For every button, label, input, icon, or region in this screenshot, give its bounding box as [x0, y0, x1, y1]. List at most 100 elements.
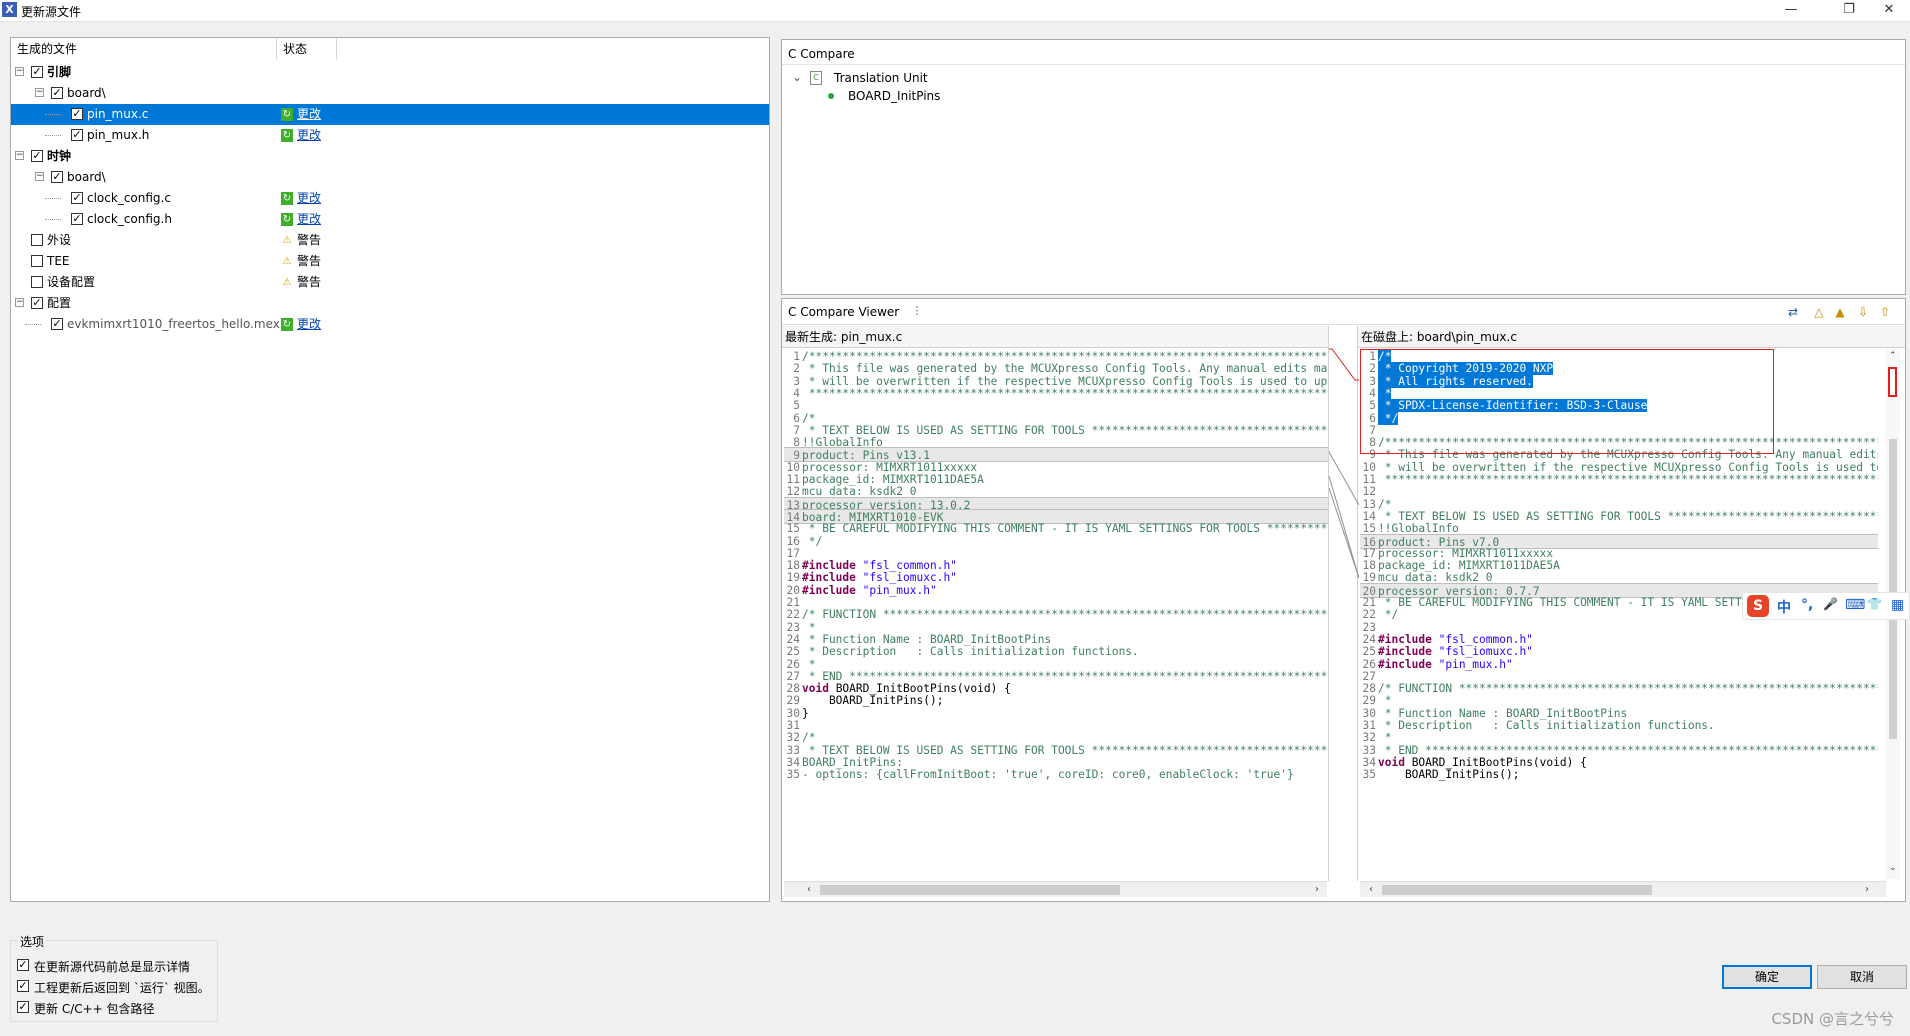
scroll-right-icon[interactable]: ›: [1860, 882, 1874, 898]
left-hscroll-thumb[interactable]: [820, 885, 1120, 895]
tree-item-label: 引脚: [47, 65, 72, 79]
tree-file-pin-mux-c[interactable]: ✓ pin_mux.c ↻ 更改: [11, 104, 769, 125]
collapse-toggle-icon[interactable]: −: [35, 172, 44, 181]
tree-checkbox[interactable]: ✓: [71, 192, 83, 204]
left-horizontal-scrollbar[interactable]: ‹ ›: [784, 881, 1327, 897]
tree-item-label: board\: [67, 86, 106, 100]
function-dot-icon: [828, 93, 834, 99]
tree-checkbox[interactable]: ✓: [31, 150, 43, 162]
tree-group-peripherals[interactable]: 外设 ⚠ 警告: [11, 230, 769, 251]
tree-checkbox[interactable]: ✓: [71, 213, 83, 225]
chevron-down-icon[interactable]: ⌄: [792, 70, 802, 84]
tree-item-label: 配置: [47, 296, 72, 310]
collapse-toggle-icon[interactable]: −: [15, 151, 24, 160]
tree-file-pin-mux-h[interactable]: ✓ pin_mux.h ↻ 更改: [11, 125, 769, 146]
close-button[interactable]: ✕: [1866, 0, 1910, 22]
collapse-toggle-icon[interactable]: −: [15, 298, 24, 307]
right-hscroll-thumb[interactable]: [1382, 885, 1652, 895]
scroll-up-icon[interactable]: ⌃: [1889, 351, 1897, 361]
c-compare-viewer: C Compare Viewer ⋮ ⇄ △ ▲ ⇩ ⇧ 最新生成: pin_m…: [781, 298, 1906, 902]
left-code-pane[interactable]: 1/**************************************…: [784, 349, 1328, 879]
change-link[interactable]: 更改: [297, 104, 321, 125]
next-change-icon[interactable]: △: [1811, 304, 1827, 320]
minimize-button[interactable]: —: [1768, 0, 1814, 22]
tree-file-clock-config-h[interactable]: ✓ clock_config.h ↻ 更改: [11, 209, 769, 230]
sogou-logo-icon[interactable]: S: [1747, 595, 1769, 617]
tree-checkbox[interactable]: [31, 255, 43, 267]
ime-punct-icon[interactable]: °,: [1801, 597, 1813, 613]
tree-checkbox[interactable]: [31, 234, 43, 246]
tree-item-label: 外设: [47, 233, 72, 247]
right-horizontal-scrollbar[interactable]: ‹ ›: [1360, 881, 1886, 897]
option-label: 更新 C/C++ 包含路径: [34, 1002, 155, 1016]
app-icon: X: [2, 2, 17, 17]
tree-connector: [45, 114, 61, 115]
change-link[interactable]: 更改: [297, 125, 321, 146]
tree-item-label: 时钟: [47, 149, 72, 163]
scroll-left-icon[interactable]: ‹: [802, 882, 816, 898]
change-link[interactable]: 更改: [297, 209, 321, 230]
tree-folder-board[interactable]: − ✓ board\: [11, 167, 769, 188]
column-generated-files[interactable]: 生成的文件: [11, 38, 277, 60]
tree-checkbox[interactable]: ✓: [51, 318, 63, 330]
skin-icon[interactable]: 👕: [1867, 597, 1882, 611]
scroll-right-icon[interactable]: ›: [1310, 882, 1324, 898]
ime-toolbar[interactable]: S 中 °, 🎤 ⌨ 👕 ▦: [1742, 592, 1910, 620]
warning-text: 警告: [297, 233, 322, 247]
tree-item-label: TEE: [47, 254, 70, 268]
next-diff-icon[interactable]: ⇩: [1855, 304, 1871, 320]
copy-all-icon[interactable]: ⇄: [1785, 304, 1801, 320]
more-icon[interactable]: ⋮: [909, 303, 925, 319]
tree-group-device-config[interactable]: 设备配置 ⚠ 警告: [11, 272, 769, 293]
prev-diff-icon[interactable]: ⇧: [1877, 304, 1893, 320]
code-text: BOARD_InitPins();: [1378, 768, 1520, 782]
tree-group-pins[interactable]: − ✓ 引脚: [11, 62, 769, 83]
change-link[interactable]: 更改: [297, 314, 321, 335]
tree-group-clocks[interactable]: − ✓ 时钟: [11, 146, 769, 167]
tree-checkbox[interactable]: ✓: [71, 108, 83, 120]
board-initpins-node[interactable]: BOARD_InitPins: [848, 89, 940, 103]
microphone-icon[interactable]: 🎤: [1823, 597, 1838, 611]
tree-checkbox[interactable]: ✓: [51, 87, 63, 99]
change-link[interactable]: 更改: [297, 188, 321, 209]
tree-folder-board[interactable]: − ✓ board\: [11, 83, 769, 104]
column-status[interactable]: 状态: [277, 38, 337, 60]
tree-group-config[interactable]: − ✓ 配置: [11, 293, 769, 314]
scroll-thumb[interactable]: [1889, 439, 1897, 739]
tree-checkbox[interactable]: ✓: [31, 297, 43, 309]
change-icon: ↻: [281, 108, 293, 121]
change-icon: ↻: [281, 213, 293, 226]
scroll-left-icon[interactable]: ‹: [1364, 882, 1378, 898]
tree-item-label: 设备配置: [47, 275, 96, 289]
cancel-button[interactable]: 取消: [1817, 965, 1907, 989]
code-line[interactable]: 35 BOARD_InitPins();: [1360, 767, 1878, 782]
tree-checkbox[interactable]: [31, 276, 43, 288]
tree-connector: [45, 219, 61, 220]
tree-item-label: clock_config.h: [87, 212, 172, 226]
ok-button[interactable]: 确定: [1722, 965, 1812, 989]
tree-file-clock-config-c[interactable]: ✓ clock_config.c ↻ 更改: [11, 188, 769, 209]
keyboard-icon[interactable]: ⌨: [1845, 597, 1865, 613]
option-checkbox[interactable]: ✓: [17, 959, 29, 971]
change-icon: ↻: [281, 192, 293, 205]
tree-checkbox[interactable]: ✓: [71, 129, 83, 141]
translation-unit-node[interactable]: Translation Unit: [834, 71, 928, 85]
collapse-toggle-icon[interactable]: −: [35, 88, 44, 97]
option-checkbox[interactable]: ✓: [17, 1001, 29, 1013]
prev-change-icon[interactable]: ▲: [1832, 304, 1848, 320]
collapse-toggle-icon[interactable]: −: [15, 67, 24, 76]
options-group: ✓ 在更新源代码前总是显示详情 ✓ 工程更新后返回到 `运行` 视图。 ✓ 更新…: [10, 940, 218, 1022]
scroll-down-icon[interactable]: ⌄: [1889, 863, 1897, 873]
toolbox-icon[interactable]: ▦: [1891, 597, 1904, 613]
compare-viewer-title: C Compare Viewer: [788, 305, 900, 319]
option-checkbox[interactable]: ✓: [17, 980, 29, 992]
warning-text: 警告: [297, 275, 322, 289]
tree-file-mex[interactable]: ✓ evkmimxrt1010_freertos_hello.mex ↻ 更改: [11, 314, 769, 335]
tree-checkbox[interactable]: ✓: [51, 171, 63, 183]
ime-chinese-toggle[interactable]: 中: [1777, 597, 1791, 617]
c-compare-panel: C Compare ⌄ C Translation Unit BOARD_Ini…: [781, 39, 1906, 295]
tree-checkbox[interactable]: ✓: [31, 66, 43, 78]
tree-group-tee[interactable]: TEE ⚠ 警告: [11, 251, 769, 272]
code-line[interactable]: 35- options: {callFromInitBoot: 'true', …: [784, 767, 1328, 782]
change-icon: ↻: [281, 318, 293, 331]
